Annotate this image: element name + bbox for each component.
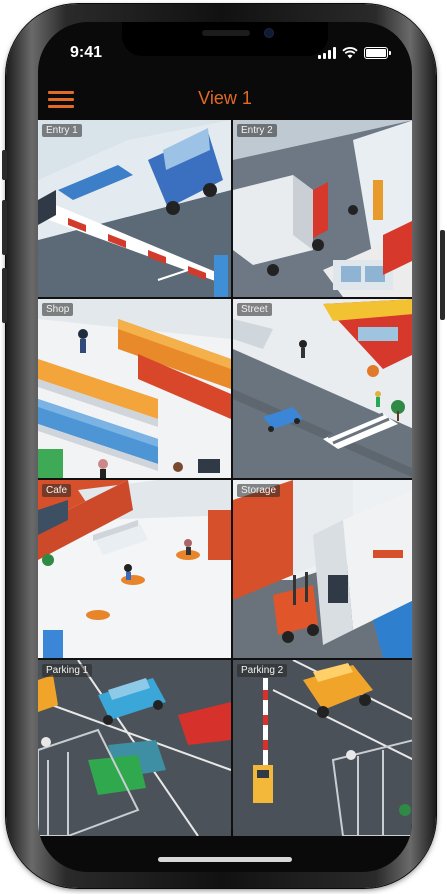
camera-grid: Entry 1 Entry 2 Shop Street Cafe Storage… bbox=[38, 120, 412, 836]
camera-tile-parking-1[interactable]: Parking 1 bbox=[38, 660, 231, 836]
camera-tile-entry-1[interactable]: Entry 1 bbox=[38, 120, 231, 297]
front-camera-icon bbox=[264, 28, 274, 38]
camera-label: Shop bbox=[42, 303, 74, 316]
camera-tile-entry-2[interactable]: Entry 2 bbox=[233, 120, 412, 297]
camera-label: Parking 2 bbox=[237, 664, 288, 677]
camera-tile-parking-2[interactable]: Parking 2 bbox=[233, 660, 412, 836]
camera-tile-street[interactable]: Street bbox=[233, 299, 412, 478]
notch bbox=[122, 22, 328, 56]
volume-up-button bbox=[2, 200, 7, 255]
camera-label: Street bbox=[237, 303, 272, 316]
wifi-icon bbox=[342, 47, 358, 59]
camera-label: Entry 2 bbox=[237, 124, 277, 137]
view-title: View 1 bbox=[198, 88, 252, 108]
app-header: View 1 bbox=[38, 80, 412, 120]
parking-1-scene-image bbox=[38, 660, 231, 836]
street-scene-image bbox=[233, 299, 412, 478]
status-icons bbox=[318, 47, 391, 59]
shop-scene-image bbox=[38, 299, 231, 478]
battery-icon bbox=[364, 47, 391, 59]
storage-scene-image bbox=[233, 480, 412, 658]
silent-switch bbox=[2, 150, 7, 180]
camera-label: Storage bbox=[237, 484, 281, 497]
camera-tile-storage[interactable]: Storage bbox=[233, 480, 412, 658]
camera-tile-shop[interactable]: Shop bbox=[38, 299, 231, 478]
entry-1-scene-image bbox=[38, 120, 231, 297]
power-button bbox=[440, 230, 445, 320]
camera-label: Entry 1 bbox=[42, 124, 82, 137]
phone-screen: 9:41 View 1 Entry 1 Entry 2 Shop Street … bbox=[38, 22, 412, 872]
home-indicator[interactable] bbox=[158, 857, 292, 862]
camera-label: Cafe bbox=[42, 484, 72, 497]
parking-2-scene-image bbox=[233, 660, 412, 836]
volume-down-button bbox=[2, 268, 7, 323]
entry-2-scene-image bbox=[233, 120, 412, 297]
status-time: 9:41 bbox=[70, 44, 103, 61]
camera-tile-cafe[interactable]: Cafe bbox=[38, 480, 231, 658]
speaker-grille bbox=[202, 30, 250, 36]
cafe-scene-image bbox=[38, 480, 231, 658]
camera-label: Parking 1 bbox=[42, 664, 93, 677]
